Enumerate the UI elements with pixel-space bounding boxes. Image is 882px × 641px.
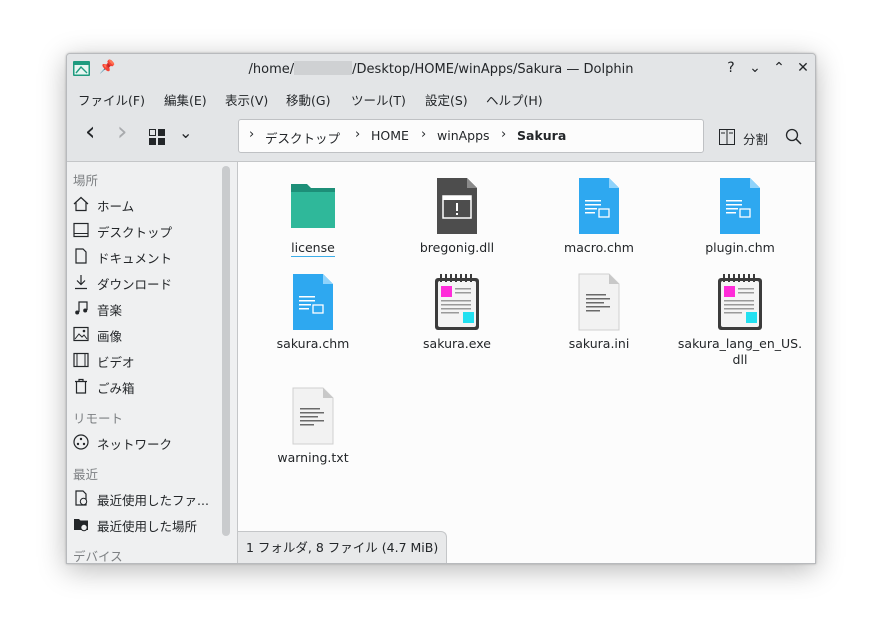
- file-name: macro.chm: [564, 240, 634, 255]
- forward-button[interactable]: ›: [117, 119, 127, 145]
- file-name: plugin.chm: [705, 240, 775, 255]
- recent-locations-icon: [74, 519, 88, 532]
- breadcrumb-home[interactable]: HOME: [371, 128, 409, 143]
- menu-view[interactable]: 表示(V): [225, 90, 268, 109]
- devices-section-label: デバイス: [73, 549, 123, 564]
- menu-edit[interactable]: 編集(E): [164, 90, 207, 109]
- chm-file-icon: [720, 178, 760, 234]
- network-icon: [73, 434, 89, 450]
- home-icon: [73, 196, 89, 212]
- download-icon: [75, 275, 87, 290]
- chm-file-icon: [293, 274, 333, 330]
- breadcrumb-separator: ›: [355, 127, 361, 142]
- sidebar-item-documents[interactable]: ドキュメント: [73, 246, 217, 266]
- menu-tools[interactable]: ツール(T): [351, 90, 406, 109]
- redacted-username: [294, 61, 353, 75]
- close-button[interactable]: ✕: [794, 59, 812, 77]
- places-section-label: 場所: [73, 173, 99, 188]
- help-button[interactable]: ?: [722, 59, 740, 77]
- folder-icon: [291, 184, 335, 228]
- sidebar-item-music[interactable]: 音楽: [73, 298, 217, 318]
- menu-go[interactable]: 移動(G): [286, 90, 330, 109]
- remote-section-label: リモート: [73, 411, 124, 426]
- breadcrumb-separator: ›: [501, 127, 507, 142]
- music-icon: [75, 301, 88, 315]
- sakura-app-icon: [435, 274, 479, 330]
- search-icon[interactable]: [785, 128, 802, 145]
- file-name: bregonig.dll: [419, 240, 495, 255]
- breadcrumb-desktop[interactable]: デスクトップ: [265, 128, 340, 147]
- location-bar[interactable]: › デスクトップ › HOME › winApps › Sakura: [238, 119, 704, 153]
- file-name: sakura.ini: [568, 336, 630, 351]
- dll-file-icon: [437, 178, 477, 234]
- menu-help[interactable]: ヘルプ(H): [486, 90, 543, 109]
- sidebar-item-trash[interactable]: ごみ箱: [73, 376, 217, 396]
- file-name: sakura_lang_en_US. dll: [677, 336, 803, 367]
- dolphin-window: 📌 /home//Desktop/HOME/winApps/Sakura — D…: [66, 53, 816, 564]
- text-file-icon: [578, 273, 620, 331]
- icon-view-icon[interactable]: [149, 129, 165, 145]
- menu-bar: ファイル(F) 編集(E) 表示(V) 移動(G) ツール(T) 設定(S) ヘ…: [67, 84, 815, 110]
- file-name: warning.txt: [277, 450, 349, 465]
- text-file-icon: [292, 387, 334, 445]
- video-icon: [73, 352, 89, 368]
- file-name: sakura.chm: [276, 336, 350, 351]
- image-icon: [73, 326, 89, 342]
- minimize-button[interactable]: ⌄: [746, 59, 764, 77]
- back-button[interactable]: ‹: [85, 119, 95, 145]
- breadcrumb-winapps[interactable]: winApps: [437, 128, 490, 143]
- sidebar-item-pictures[interactable]: 画像: [73, 324, 217, 344]
- recent-section-label: 最近: [73, 467, 99, 482]
- sidebar-item-videos[interactable]: ビデオ: [73, 350, 217, 370]
- maximize-button[interactable]: ⌃: [770, 59, 788, 77]
- sidebar-item-recent-files[interactable]: 最近使用したファ...: [73, 488, 217, 508]
- document-icon: [75, 248, 87, 264]
- places-panel: 場所 ホーム デスクトップ ドキュメント ダウンロード 音楽 画像 ビデオ ごみ…: [67, 162, 217, 563]
- sidebar-item-home[interactable]: ホーム: [73, 194, 217, 214]
- window-title: /home//Desktop/HOME/winApps/Sakura — Dol…: [248, 61, 634, 77]
- trash-icon: [75, 378, 87, 394]
- file-name: license: [291, 240, 335, 257]
- split-view-icon[interactable]: [719, 129, 735, 145]
- status-bar: 1 フォルダ, 8 ファイル (4.7 MiB): [238, 531, 448, 563]
- sidebar-scrollbar[interactable]: [222, 166, 230, 536]
- chm-file-icon: [579, 178, 619, 234]
- file-view[interactable]: license bregonig.dll macro.chm plugin.ch…: [237, 162, 815, 563]
- split-button[interactable]: 分割: [743, 129, 768, 148]
- breadcrumb-sakura[interactable]: Sakura: [517, 128, 566, 143]
- menu-file[interactable]: ファイル(F): [78, 90, 145, 109]
- sidebar-item-recent-locations[interactable]: 最近使用した場所: [73, 514, 217, 534]
- sidebar-item-downloads[interactable]: ダウンロード: [73, 272, 217, 292]
- recent-files-icon: [75, 490, 88, 506]
- title-bar[interactable]: 📌 /home//Desktop/HOME/winApps/Sakura — D…: [67, 54, 815, 84]
- breadcrumb-separator: ›: [249, 127, 255, 142]
- file-name: sakura.exe: [423, 336, 491, 351]
- desktop-icon: [73, 222, 89, 238]
- sakura-app-icon: [718, 274, 762, 330]
- menu-settings[interactable]: 設定(S): [425, 90, 468, 109]
- breadcrumb-separator: ›: [421, 127, 427, 142]
- sidebar-item-desktop[interactable]: デスクトップ: [73, 220, 217, 240]
- view-mode-dropdown[interactable]: ⌄: [179, 121, 192, 145]
- sidebar-item-network[interactable]: ネットワーク: [73, 432, 217, 452]
- toolbar: ‹ › ⌄ › デスクトップ › HOME › winApps › Sakura…: [67, 110, 815, 162]
